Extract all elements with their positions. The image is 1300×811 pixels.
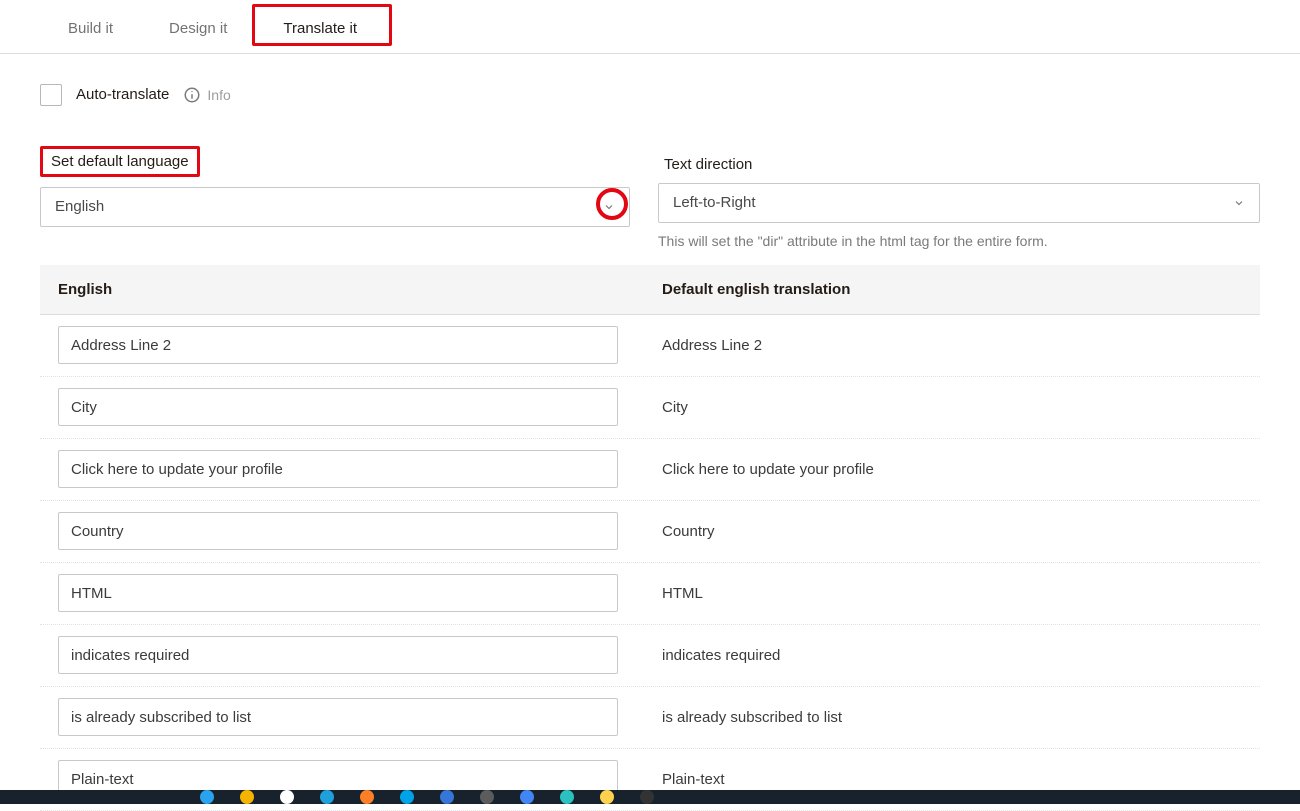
os-taskbar[interactable] <box>0 790 1300 804</box>
table-row: is already subscribed to list <box>40 687 1260 749</box>
default-language-label: Set default language <box>40 146 200 177</box>
text-direction-label: Text direction <box>658 150 760 179</box>
translation-input[interactable] <box>58 450 618 488</box>
table-row: Click here to update your profile <box>40 439 1260 501</box>
auto-translate-checkbox[interactable] <box>40 84 62 106</box>
table-row: indicates required <box>40 625 1260 687</box>
translation-input[interactable] <box>58 388 618 426</box>
default-translation-text: Click here to update your profile <box>644 451 1260 488</box>
table-row: Address Line 2 <box>40 315 1260 377</box>
auto-translate-label: Auto-translate <box>76 86 169 103</box>
default-language-select[interactable]: English <box>40 187 630 227</box>
table-row: City <box>40 377 1260 439</box>
chevron-down-icon <box>1233 197 1245 209</box>
table-row: Country <box>40 501 1260 563</box>
taskbar-app-icon[interactable] <box>480 790 494 804</box>
translation-input[interactable] <box>58 512 618 550</box>
default-translation-text: Address Line 2 <box>644 327 1260 364</box>
text-direction-value: Left-to-Right <box>673 194 756 211</box>
info-icon[interactable] <box>183 86 201 104</box>
taskbar-app-icon[interactable] <box>600 790 614 804</box>
taskbar-app-icon[interactable] <box>240 790 254 804</box>
tab-build[interactable]: Build it <box>40 5 141 53</box>
translation-input[interactable] <box>58 698 618 736</box>
table-row: HTML <box>40 563 1260 625</box>
taskbar-app-icon[interactable] <box>320 790 334 804</box>
default-translation-text: City <box>644 389 1260 426</box>
text-direction-select[interactable]: Left-to-Right <box>658 183 1260 223</box>
default-translation-text: HTML <box>644 575 1260 612</box>
tab-design[interactable]: Design it <box>141 5 255 53</box>
text-direction-helper: This will set the "dir" attribute in the… <box>658 233 1260 249</box>
taskbar-app-icon[interactable] <box>280 790 294 804</box>
info-label: Info <box>207 87 230 103</box>
taskbar-app-icon[interactable] <box>440 790 454 804</box>
chevron-down-icon <box>603 201 615 213</box>
default-translation-text: Country <box>644 513 1260 550</box>
table-header-left: English <box>40 265 644 314</box>
taskbar-app-icon[interactable] <box>200 790 214 804</box>
taskbar-app-icon[interactable] <box>400 790 414 804</box>
default-translation-text: indicates required <box>644 637 1260 674</box>
translation-input[interactable] <box>58 326 618 364</box>
default-language-value: English <box>55 198 104 215</box>
taskbar-app-icon[interactable] <box>560 790 574 804</box>
translation-input[interactable] <box>58 636 618 674</box>
taskbar-app-icon[interactable] <box>640 790 654 804</box>
translation-input[interactable] <box>58 574 618 612</box>
table-header-right: Default english translation <box>644 265 1260 314</box>
tab-translate[interactable]: Translate it <box>255 5 385 53</box>
taskbar-app-icon[interactable] <box>360 790 374 804</box>
default-translation-text: is already subscribed to list <box>644 699 1260 736</box>
taskbar-app-icon[interactable] <box>520 790 534 804</box>
